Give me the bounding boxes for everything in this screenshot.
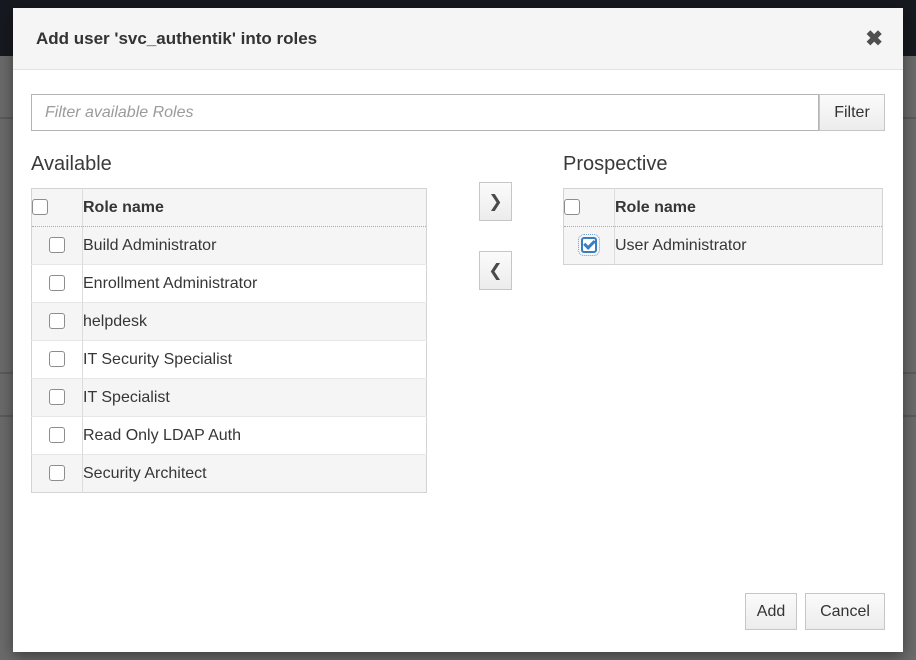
- row-checkbox[interactable]: [49, 465, 65, 481]
- select-all-checkbox[interactable]: [32, 199, 48, 215]
- table-row: Enrollment Administrator: [32, 265, 427, 303]
- add-button[interactable]: Add: [745, 593, 797, 630]
- cancel-button[interactable]: Cancel: [805, 593, 885, 630]
- chevron-left-icon: ❮: [488, 262, 502, 279]
- row-checkbox[interactable]: [49, 237, 65, 253]
- table-row: User Administrator: [564, 227, 883, 265]
- filter-button[interactable]: Filter: [819, 94, 885, 131]
- role-name-label: helpdesk: [83, 303, 427, 341]
- table-row: Read Only LDAP Auth: [32, 417, 427, 455]
- dialog-header: Add user 'svc_authentik' into roles ✖: [13, 8, 903, 70]
- row-checkbox[interactable]: [49, 351, 65, 367]
- table-row: Build Administrator: [32, 227, 427, 265]
- table-row: IT Specialist: [32, 379, 427, 417]
- role-name-label: User Administrator: [615, 227, 883, 265]
- dialog-title: Add user 'svc_authentik' into roles: [36, 29, 317, 49]
- role-name-label: Security Architect: [83, 455, 427, 493]
- row-checkbox[interactable]: [49, 389, 65, 405]
- role-name-label: Enrollment Administrator: [83, 265, 427, 303]
- add-user-into-roles-dialog: Add user 'svc_authentik' into roles ✖ Fi…: [13, 8, 903, 652]
- row-checkbox[interactable]: [49, 313, 65, 329]
- prospective-heading: Prospective: [563, 154, 668, 174]
- role-name-label: IT Security Specialist: [83, 341, 427, 379]
- role-name-label: Read Only LDAP Auth: [83, 417, 427, 455]
- table-header-row: Role name: [564, 189, 883, 227]
- table-row: Security Architect: [32, 455, 427, 493]
- row-checkbox[interactable]: [49, 427, 65, 443]
- available-roles-table: Role name Build Administrator Enrollment…: [31, 188, 427, 493]
- close-button[interactable]: ✖: [865, 28, 883, 49]
- row-checkbox[interactable]: [49, 275, 65, 291]
- column-header-role-name: Role name: [83, 189, 427, 227]
- filter-roles-input[interactable]: [31, 94, 819, 131]
- role-name-label: Build Administrator: [83, 227, 427, 265]
- move-to-prospective-button[interactable]: ❯: [479, 182, 512, 221]
- role-name-label: IT Specialist: [83, 379, 427, 417]
- chevron-right-icon: ❯: [488, 193, 502, 210]
- close-icon: ✖: [865, 27, 883, 50]
- table-header-row: Role name: [32, 189, 427, 227]
- column-header-role-name: Role name: [615, 189, 883, 227]
- table-row: IT Security Specialist: [32, 341, 427, 379]
- table-row: helpdesk: [32, 303, 427, 341]
- prospective-roles-table: Role name User Administrator: [563, 188, 883, 265]
- select-all-checkbox[interactable]: [564, 199, 580, 215]
- move-to-available-button[interactable]: ❮: [479, 251, 512, 290]
- row-checkbox[interactable]: [581, 237, 597, 253]
- available-heading: Available: [31, 154, 112, 174]
